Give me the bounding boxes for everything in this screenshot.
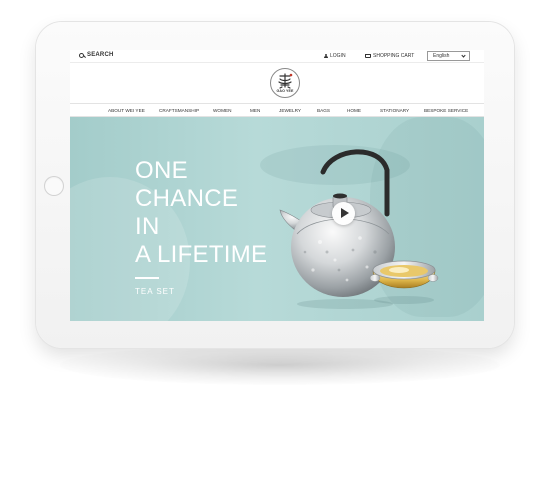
shopping-cart-link[interactable]: SHOPPING CART: [365, 53, 414, 59]
cart-icon: [365, 54, 371, 58]
search-icon: [79, 52, 84, 58]
hero-title-line: A LIFETIME: [135, 241, 268, 268]
hero-subtitle: TEA SET: [135, 287, 175, 296]
logo-area: GAO YEE: [70, 63, 484, 104]
nav-item-bespoke-service[interactable]: BESPOKE SERVICE: [424, 108, 468, 113]
nav-item-stationary[interactable]: STATIONARY: [380, 108, 409, 113]
login-link[interactable]: LOGIN: [323, 53, 346, 59]
user-icon: [323, 53, 328, 59]
tablet-home-button[interactable]: [44, 176, 64, 196]
login-label: LOGIN: [330, 53, 346, 59]
language-value: English: [433, 53, 450, 59]
tablet-screen: SEARCH LOGIN SHOPPING CART English GAO Y…: [70, 50, 484, 321]
play-video-button[interactable]: [332, 202, 355, 225]
language-select[interactable]: English: [427, 51, 470, 61]
logo-text: GAO YEE: [276, 89, 294, 93]
shopping-cart-label: SHOPPING CART: [373, 53, 415, 59]
hero-title-line: IN: [135, 213, 160, 240]
hero-divider: [135, 277, 159, 279]
brand-logo[interactable]: GAO YEE: [270, 68, 300, 98]
teapot-image: [279, 149, 439, 309]
search-label: SEARCH: [87, 52, 114, 58]
nav-item-jewelry[interactable]: JEWELRY: [279, 108, 301, 113]
nav-item-women[interactable]: WOMEN: [213, 108, 232, 113]
top-bar: SEARCH LOGIN SHOPPING CART English: [70, 50, 484, 63]
hero-title-line: CHANCE: [135, 185, 239, 212]
nav-item-craftsmanship[interactable]: CRAFTSMANSHIP: [159, 108, 199, 113]
hero-banner[interactable]: ONE CHANCE IN A LIFETIME TEA SET: [70, 117, 484, 321]
chevron-down-icon: [461, 52, 466, 58]
nav-item-bags[interactable]: BAGS: [317, 108, 330, 113]
nav-item-men[interactable]: MEN: [250, 108, 260, 113]
main-nav: ABOUT WEI YEE CRAFTSMANSHIP WOMEN MEN JE…: [70, 105, 484, 117]
search-button[interactable]: SEARCH: [79, 52, 114, 58]
hero-title-line: ONE: [135, 157, 188, 184]
hero-title: ONE CHANCE IN A LIFETIME: [135, 157, 267, 269]
tablet-shadow: [60, 345, 500, 385]
nav-item-home[interactable]: HOME: [347, 108, 361, 113]
nav-item-about[interactable]: ABOUT WEI YEE: [108, 108, 145, 113]
play-icon: [341, 208, 349, 218]
